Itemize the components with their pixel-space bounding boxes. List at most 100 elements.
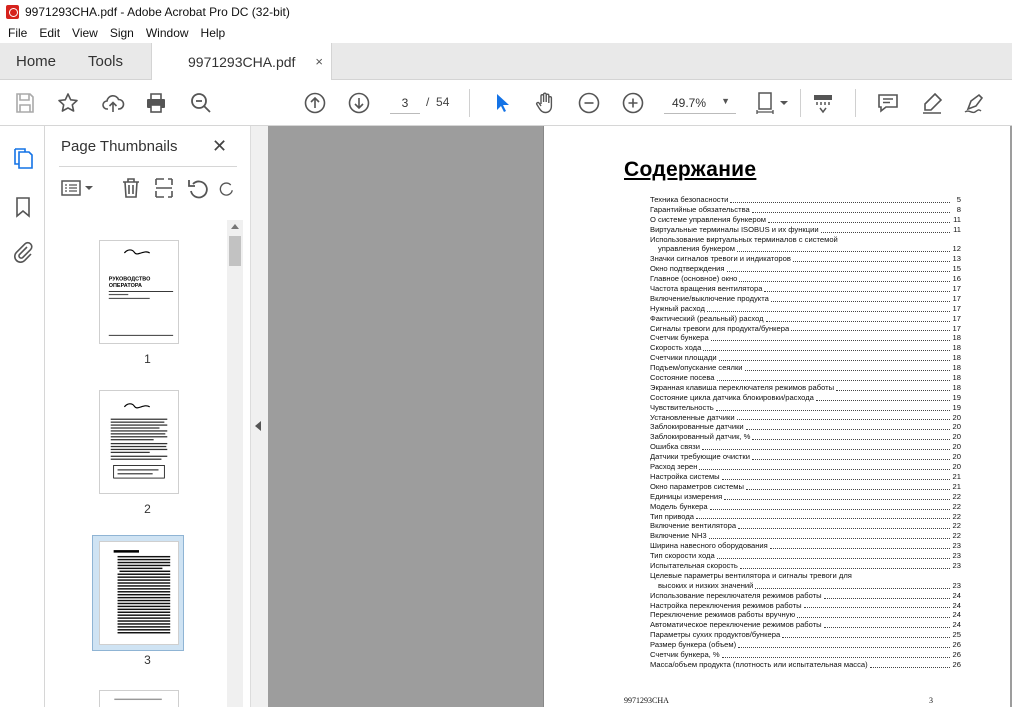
toc-entry[interactable]: Окно параметров системы 21	[650, 481, 961, 492]
page-number-input[interactable]: 3	[390, 92, 420, 114]
highlight-pen-icon[interactable]	[919, 90, 945, 116]
sign-pen-icon[interactable]	[962, 90, 992, 116]
toc-entry[interactable]: Настройка системы 21	[650, 471, 961, 482]
toc-entry[interactable]: Заблокированный датчик, % 20	[650, 432, 961, 443]
toc-entry[interactable]: Модель бункера 22	[650, 501, 961, 512]
menu-file[interactable]: File	[2, 26, 33, 40]
next-page-icon[interactable]	[346, 90, 372, 116]
toc-entry[interactable]: Чувствительность 19	[650, 402, 961, 413]
menu-window[interactable]: Window	[140, 26, 195, 40]
toc-leader-dots	[736, 413, 950, 421]
save-icon[interactable]	[12, 90, 38, 116]
toc-entry[interactable]: Единицы измерения 22	[650, 491, 961, 502]
toc-entry-label: Сигналы тревоги для продукта/бункера	[650, 323, 791, 334]
toc-entry[interactable]: Значки сигналов тревоги и индикаторов 13	[650, 254, 961, 265]
zoom-in-icon[interactable]	[620, 90, 646, 116]
page-thumbnails-icon[interactable]	[11, 147, 35, 171]
tab-document[interactable]: 9971293CHA.pdf ×	[151, 43, 332, 81]
toc-entry[interactable]: высоких и низких значений 23	[650, 580, 961, 591]
attachments-paperclip-icon[interactable]	[11, 240, 35, 264]
toc-entry[interactable]: Включение NH3 22	[650, 531, 961, 542]
toc-entry[interactable]: Включение/выключение продукта 17	[650, 293, 961, 304]
tab-home[interactable]: Home	[16, 43, 56, 80]
hand-tool-icon[interactable]	[532, 90, 558, 116]
menu-edit[interactable]: Edit	[33, 26, 66, 40]
menu-sign[interactable]: Sign	[104, 26, 140, 40]
thumbnails-scrollbar[interactable]	[227, 220, 243, 707]
toc-entry[interactable]: Размер бункера (объем) 26	[650, 640, 961, 650]
print-icon[interactable]	[143, 90, 169, 116]
toc-entry[interactable]: Техника безопасности 5	[650, 195, 961, 205]
toc-entry[interactable]: Счетчики площади 18	[650, 353, 961, 364]
page-thumbnail[interactable]	[99, 390, 179, 494]
toc-entry[interactable]: Гарантийные обязательства 8	[650, 204, 961, 215]
extract-pages-icon[interactable]	[152, 176, 176, 200]
zoom-search-icon[interactable]	[188, 90, 214, 116]
toc-entry[interactable]: Состояние цикла датчика блокировки/расхо…	[650, 392, 961, 403]
toc-entry[interactable]: Частота вращения вентилятора 17	[650, 284, 961, 294]
toc-entry[interactable]: О системе управления бункером 11	[650, 214, 961, 225]
page-thumbnail[interactable]: РУКОВОДСТВО ОПЕРАТОРА	[99, 240, 179, 344]
toc-entry[interactable]: Главное (основное) окно 16	[650, 274, 961, 285]
tab-tools[interactable]: Tools	[88, 43, 123, 80]
toc-entry[interactable]: Переключение режимов работы вручную 24	[650, 610, 961, 621]
close-panel-icon[interactable]: ✕	[212, 136, 227, 157]
page-fit-icon[interactable]	[754, 90, 790, 116]
menu-view[interactable]: View	[66, 26, 104, 40]
collapse-panel-arrow-icon[interactable]	[255, 421, 261, 431]
scrolling-mode-icon[interactable]	[810, 90, 836, 116]
toc-entry[interactable]: Включение вентилятора 22	[650, 521, 961, 532]
toc-entry-label: Установленные датчики	[650, 412, 736, 423]
toc-entry[interactable]: Окно подтверждения 15	[650, 264, 961, 275]
zoom-out-icon[interactable]	[576, 90, 602, 116]
toc-entry[interactable]: Датчики требующие очистки 20	[650, 452, 961, 463]
close-tab-icon[interactable]: ×	[315, 54, 323, 69]
toc-entry[interactable]: Счетчик бункера, % 26	[650, 649, 961, 660]
page-thumbnail[interactable]	[99, 690, 179, 707]
toc-entry[interactable]: Нужный расход 17	[650, 303, 961, 314]
toc-entry[interactable]: Экранная клавиша переключателя режимов р…	[650, 382, 961, 393]
toc-entry[interactable]: Тип скорости хода 23	[650, 551, 961, 561]
scroll-up-arrow-icon[interactable]	[231, 224, 239, 229]
document-viewer[interactable]: Содержание Техника безопасности 5 Гарантий…	[268, 126, 1012, 707]
bookmarks-icon[interactable]	[11, 195, 35, 219]
select-cursor-icon[interactable]	[489, 90, 515, 116]
toc-entry-label: Счетчик бункера, %	[650, 649, 721, 660]
toc-entry[interactable]: Автоматическое переключение режимов рабо…	[650, 620, 961, 631]
toc-entry[interactable]: Настройка переключения режимов работы 24	[650, 600, 961, 611]
toc-entry[interactable]: Использование переключателя режимов рабо…	[650, 590, 961, 601]
toc-entry[interactable]: Использование виртуальных терминалов с с…	[650, 234, 961, 245]
toc-entry[interactable]: управления бункером 12	[650, 244, 961, 255]
toc-entry[interactable]: Ошибка связи 20	[650, 442, 961, 453]
toc-entry[interactable]: Расход зерен 20	[650, 462, 961, 472]
comment-icon[interactable]	[875, 90, 901, 116]
toc-entry[interactable]: Подъем/опускание сеялки 18	[650, 363, 961, 374]
rotate-counterclockwise-icon[interactable]	[186, 176, 210, 200]
zoom-level-dropdown[interactable]: 49.7% ▼	[664, 92, 736, 114]
panel-splitter[interactable]	[250, 126, 268, 707]
delete-pages-icon[interactable]	[119, 176, 143, 200]
toc-entry[interactable]: Фактический (реальный) расход 17	[650, 313, 961, 324]
toc-entry[interactable]: Сигналы тревоги для продукта/бункера 17	[650, 323, 961, 334]
toc-entry[interactable]: Ширина навесного оборудования 23	[650, 541, 961, 552]
toc-entry[interactable]: Установленные датчики 20	[650, 412, 961, 423]
toc-entry[interactable]: Тип привода 22	[650, 511, 961, 522]
toc-entry[interactable]: Параметры сухих продуктов/бункера 25	[650, 630, 961, 641]
page-thumbnail-selected[interactable]	[99, 541, 179, 645]
toc-entry[interactable]: Испытательная скорость 23	[650, 560, 961, 571]
upload-cloud-icon[interactable]	[100, 90, 126, 116]
toc-entry[interactable]: Виртуальные терминалы ISOBUS и их функци…	[650, 224, 961, 235]
thumbnail-page-2-image	[110, 403, 168, 479]
toc-entry[interactable]: Счетчик бункера 18	[650, 333, 961, 344]
previous-page-icon[interactable]	[302, 90, 328, 116]
toc-entry[interactable]: Целевые параметры вентилятора и сигналы …	[650, 570, 961, 581]
bookmark-star-icon[interactable]	[55, 90, 81, 116]
toc-entry[interactable]: Заблокированные датчики 20	[650, 422, 961, 433]
scrollbar-thumb[interactable]	[229, 236, 241, 266]
toc-entry[interactable]: Масса/объем продукта (плотность или испы…	[650, 659, 961, 670]
toc-entry[interactable]: Состояние посева 18	[650, 373, 961, 383]
options-menu-icon[interactable]	[59, 176, 95, 200]
rotate-clockwise-icon[interactable]	[218, 176, 236, 200]
toc-entry[interactable]: Скорость хода 18	[650, 343, 961, 354]
menu-help[interactable]: Help	[195, 26, 232, 40]
